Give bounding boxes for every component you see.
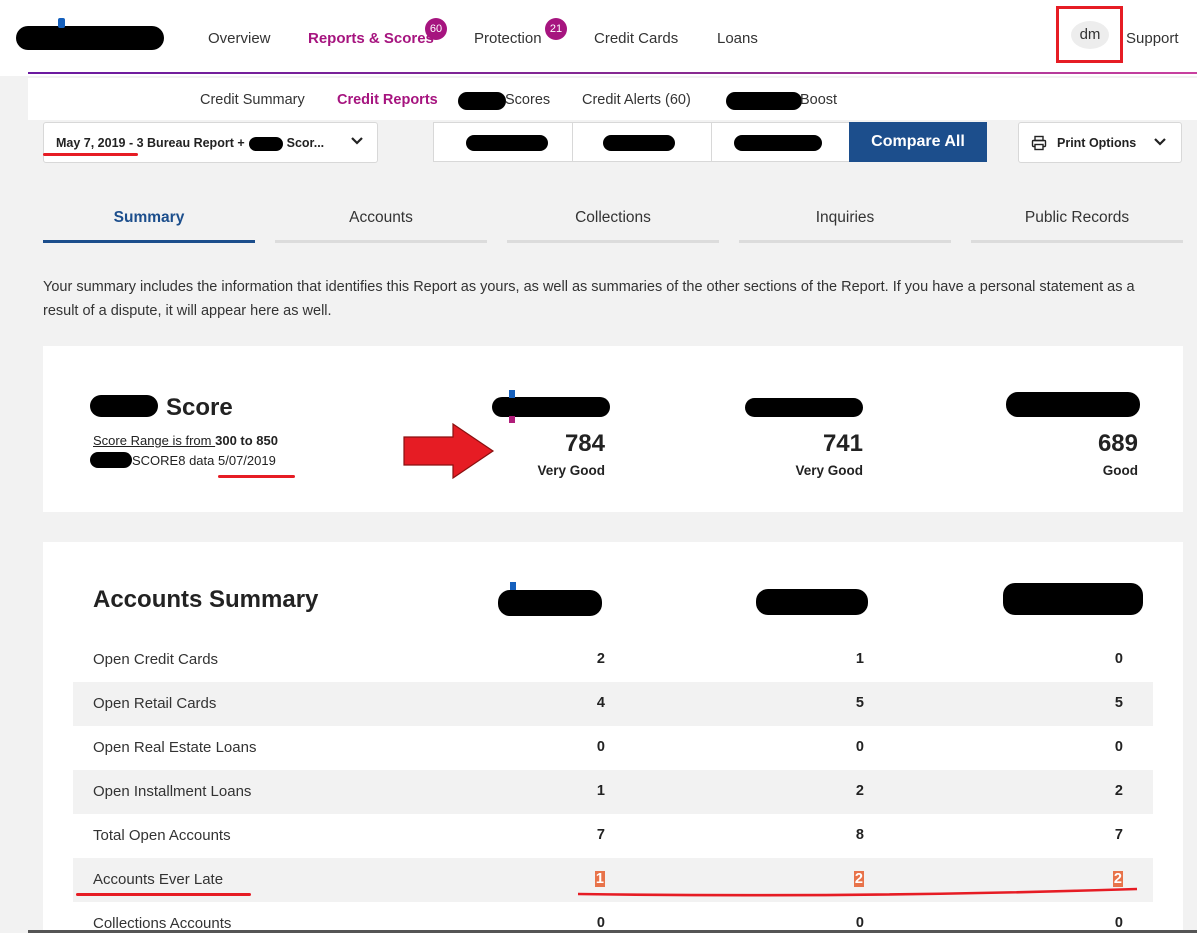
tab-indicator-summary xyxy=(43,240,255,243)
bureau-logo-2 xyxy=(756,589,868,615)
subnav-scores[interactable]: Scores xyxy=(505,92,550,108)
report-type: 3 Bureau Report + xyxy=(136,136,245,150)
tab-indicator xyxy=(507,240,719,243)
annotation-underline xyxy=(43,153,138,156)
avatar[interactable]: dm xyxy=(1071,21,1109,49)
chevron-down-icon xyxy=(350,134,364,151)
bureau-tab-1[interactable] xyxy=(434,123,573,161)
top-navigation: Overview Reports & Scores 60 Protection … xyxy=(0,0,1197,76)
subnav-credit-summary[interactable]: Credit Summary xyxy=(200,92,305,108)
table-row: Open Installment Loans 1 2 2 xyxy=(73,770,1153,814)
score-data-date: SCORE8 data 5/07/2019 xyxy=(132,453,276,468)
bureau-logo-1 xyxy=(492,397,610,417)
tab-inquiries[interactable]: Inquiries xyxy=(739,209,951,227)
redacted-brand xyxy=(90,395,158,417)
tab-summary[interactable]: Summary xyxy=(43,209,255,227)
nav-support[interactable]: Support xyxy=(1126,30,1179,47)
annotation-arrow-icon xyxy=(403,423,495,479)
score-card xyxy=(43,346,1183,512)
bureau-tab-3[interactable] xyxy=(712,123,849,161)
redacted-brand xyxy=(734,135,822,151)
printer-icon xyxy=(1031,135,1047,156)
score-rating-2: Very Good xyxy=(795,463,863,478)
table-row: Total Open Accounts 7 8 7 xyxy=(93,827,1123,844)
tab-accounts[interactable]: Accounts xyxy=(275,209,487,227)
score-value-3: 689 xyxy=(1097,430,1138,457)
redacted-brand xyxy=(458,92,506,110)
bureau-selector xyxy=(433,122,850,162)
nav-loans[interactable]: Loans xyxy=(717,30,758,47)
table-row: Open Retail Cards 4 5 5 xyxy=(73,682,1153,726)
nav-credit-cards[interactable]: Credit Cards xyxy=(594,30,678,47)
logo-mark xyxy=(509,390,515,398)
logo-mark xyxy=(509,416,515,423)
tab-public-records[interactable]: Public Records xyxy=(971,209,1183,227)
compare-all-button[interactable]: Compare All xyxy=(849,122,987,162)
accounts-summary-title: Accounts Summary xyxy=(93,586,319,613)
bureau-logo-1 xyxy=(498,590,602,616)
protection-badge: 21 xyxy=(545,18,567,40)
bureau-logo-3 xyxy=(1003,583,1143,615)
report-date: May 7, 2019 - xyxy=(56,136,137,150)
score-value-1: 784 xyxy=(564,430,605,457)
report-suffix: Scor... xyxy=(286,136,325,150)
score-value-2: 741 xyxy=(822,430,863,457)
annotation-underline xyxy=(218,475,295,478)
redacted-brand xyxy=(248,136,283,151)
reports-badge: 60 xyxy=(425,18,447,40)
bureau-tab-2[interactable] xyxy=(573,123,712,161)
tab-indicator xyxy=(971,240,1183,243)
sub-navigation: Credit Summary Credit Reports Scores Cre… xyxy=(28,78,1197,120)
score-rating-3: Good xyxy=(1102,463,1138,478)
annotation-underline xyxy=(76,893,251,896)
redacted-brand xyxy=(603,135,675,151)
subnav-boost[interactable]: Boost xyxy=(800,92,837,108)
subnav-credit-alerts[interactable]: Credit Alerts (60) xyxy=(582,92,691,108)
logo-mark xyxy=(510,582,516,590)
tab-collections[interactable]: Collections xyxy=(507,209,719,227)
nav-protection[interactable]: Protection xyxy=(474,30,542,47)
table-row: Open Credit Cards 2 1 0 xyxy=(93,651,1123,668)
score-rating-1: Very Good xyxy=(537,463,605,478)
print-options-button[interactable]: Print Options xyxy=(1018,122,1182,163)
nav-reports-scores[interactable]: Reports & Scores xyxy=(308,30,434,47)
user-highlight-box: dm xyxy=(1056,6,1123,63)
redacted-brand xyxy=(726,92,802,110)
logo-mark xyxy=(58,18,65,28)
annotation-underline xyxy=(577,887,1138,897)
print-options-label: Print Options xyxy=(1057,136,1137,150)
subnav-credit-reports[interactable]: Credit Reports xyxy=(337,92,438,108)
report-selector[interactable]: May 7, 2019 - 3 Bureau Report + Scor... xyxy=(43,122,378,163)
logo-redacted[interactable] xyxy=(16,26,164,50)
score-range: Score Range is from 300 to 850 xyxy=(93,433,278,448)
bureau-logo-3 xyxy=(1006,392,1140,417)
nav-overview[interactable]: Overview xyxy=(208,30,271,47)
chevron-down-icon xyxy=(1153,135,1167,152)
tab-indicator xyxy=(275,240,487,243)
tab-indicator xyxy=(739,240,951,243)
score-title: Score xyxy=(166,394,233,421)
redacted-brand xyxy=(466,135,548,151)
redacted-brand xyxy=(90,452,132,468)
summary-description: Your summary includes the information th… xyxy=(43,279,1135,319)
table-row: Open Real Estate Loans 0 0 0 xyxy=(93,739,1123,756)
table-row: Collections Accounts 0 0 0 xyxy=(93,915,1123,932)
bureau-logo-2 xyxy=(745,398,863,417)
